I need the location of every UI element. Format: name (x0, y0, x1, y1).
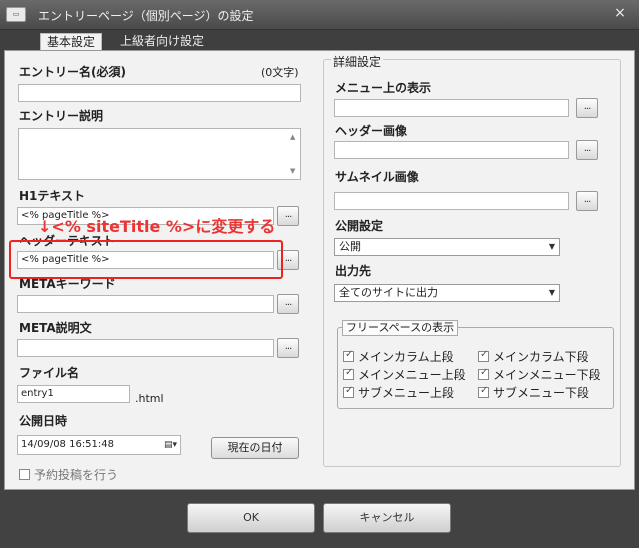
free-space-legend: フリースペースの表示 (342, 320, 459, 336)
cancel-button[interactable]: キャンセル (323, 503, 451, 533)
entry-name-counter: (0文字) (261, 66, 299, 79)
cb-label: メインカラム上段 (358, 350, 454, 364)
check-icon: ✓ (345, 385, 354, 396)
h1-browse-button[interactable]: ... (277, 206, 299, 226)
output-label: 出力先 (335, 264, 372, 278)
output-value: 全てのサイトに出力 (339, 286, 438, 299)
check-icon: ✓ (345, 367, 354, 378)
menu-display-label: メニュー上の表示 (335, 81, 432, 95)
settings-dialog: ▭ エントリーページ（個別ページ）の設定 × 基本設定 上級者向け設定 エントリ… (0, 0, 639, 548)
checkbox-box[interactable] (19, 469, 30, 480)
meta-keyword-browse-button[interactable]: ... (277, 294, 299, 314)
app-icon: ▭ (6, 7, 26, 22)
checkbox-box[interactable]: ✓ (478, 367, 489, 380)
title-bar[interactable]: ▭ エントリーページ（個別ページ）の設定 × (0, 0, 639, 30)
thumbnail-input[interactable] (334, 192, 569, 210)
scheduled-post-checkbox[interactable]: 予約投稿を行う (19, 466, 118, 483)
tab-advanced-settings[interactable]: 上級者向け設定 (114, 33, 210, 51)
tab-bar: 基本設定 上級者向け設定 (0, 30, 639, 51)
entry-name-label: エントリー名(必須) (19, 65, 126, 79)
check-icon: ✓ (480, 367, 489, 378)
cb-main-menu-top[interactable]: ✓ メインメニュー上段 (343, 366, 466, 383)
dialog-footer: OK キャンセル (0, 490, 639, 548)
scroll-down-icon[interactable]: ▼ (290, 167, 295, 175)
header-image-label: ヘッダー画像 (335, 124, 408, 138)
detail-settings-title: 詳細設定 (331, 53, 384, 70)
header-image-input[interactable] (334, 141, 569, 159)
menu-display-browse-button[interactable]: ... (576, 98, 598, 118)
check-icon: ✓ (345, 349, 354, 360)
scroll-up-icon[interactable]: ▲ (290, 133, 295, 141)
tab-basic-settings[interactable]: 基本設定 (40, 33, 103, 51)
publish-setting-label: 公開設定 (335, 219, 384, 233)
checkbox-box[interactable]: ✓ (343, 385, 354, 398)
meta-desc-input[interactable] (17, 339, 274, 357)
ok-button[interactable]: OK (187, 503, 315, 533)
annotation-highlight-box (9, 240, 283, 279)
file-name-label: ファイル名 (19, 366, 80, 380)
thumbnail-label: サムネイル画像 (335, 170, 419, 184)
entry-name-input[interactable] (18, 84, 301, 102)
check-icon: ✓ (480, 385, 489, 396)
checkbox-box[interactable]: ✓ (478, 349, 489, 362)
publish-date-label: 公開日時 (19, 414, 68, 428)
cb-label: メインメニュー下段 (493, 368, 601, 382)
meta-keyword-input[interactable] (17, 295, 274, 313)
thumbnail-browse-button[interactable]: ... (576, 191, 598, 211)
cb-main-column-bottom[interactable]: ✓ メインカラム下段 (478, 348, 589, 365)
cb-label: サブメニュー上段 (358, 386, 455, 400)
entry-desc-label: エントリー説明 (19, 109, 104, 123)
file-extension: .html (135, 392, 164, 405)
window-title: エントリーページ（個別ページ）の設定 (38, 9, 254, 23)
checkbox-box[interactable]: ✓ (478, 385, 489, 398)
calendar-dropdown-icon[interactable]: ▤▾ (164, 436, 177, 454)
output-select[interactable]: 全てのサイトに出力 ▼ (334, 284, 560, 302)
cb-main-menu-bottom[interactable]: ✓ メインメニュー下段 (478, 366, 601, 383)
publish-date-value: 14/09/08 16:51:48 (21, 439, 115, 450)
entry-desc-textarea[interactable]: ▲ ▼ (18, 128, 301, 180)
chevron-down-icon: ▼ (548, 288, 555, 297)
publish-setting-select[interactable]: 公開 ▼ (334, 238, 560, 256)
publish-setting-value: 公開 (339, 240, 361, 253)
meta-desc-label: META説明文 (19, 321, 92, 335)
meta-desc-browse-button[interactable]: ... (277, 338, 299, 358)
h1-label: H1テキスト (19, 189, 86, 203)
checkbox-box[interactable]: ✓ (343, 367, 354, 380)
menu-display-input[interactable] (334, 99, 569, 117)
checkbox-box[interactable]: ✓ (343, 349, 354, 362)
cb-label: メインメニュー上段 (358, 368, 466, 382)
cb-sub-menu-top[interactable]: ✓ サブメニュー上段 (343, 384, 454, 401)
cb-label: メインカラム下段 (493, 350, 589, 364)
current-date-button[interactable]: 現在の日付 (211, 437, 299, 459)
publish-date-picker[interactable]: 14/09/08 16:51:48 ▤▾ (17, 435, 181, 455)
header-image-browse-button[interactable]: ... (576, 140, 598, 160)
check-icon: ✓ (480, 349, 489, 360)
file-name-input[interactable]: entry1 (17, 385, 130, 403)
annotation-text: ↓<% siteTitle %>に変更する (38, 217, 276, 236)
cb-main-column-top[interactable]: ✓ メインカラム上段 (343, 348, 454, 365)
cb-label: サブメニュー下段 (493, 386, 590, 400)
chevron-down-icon: ▼ (548, 242, 555, 251)
textarea-scrollbar[interactable]: ▲ ▼ (290, 133, 298, 175)
cb-sub-menu-bottom[interactable]: ✓ サブメニュー下段 (478, 384, 589, 401)
scheduled-post-label: 予約投稿を行う (34, 468, 119, 482)
close-icon[interactable]: × (611, 4, 629, 22)
